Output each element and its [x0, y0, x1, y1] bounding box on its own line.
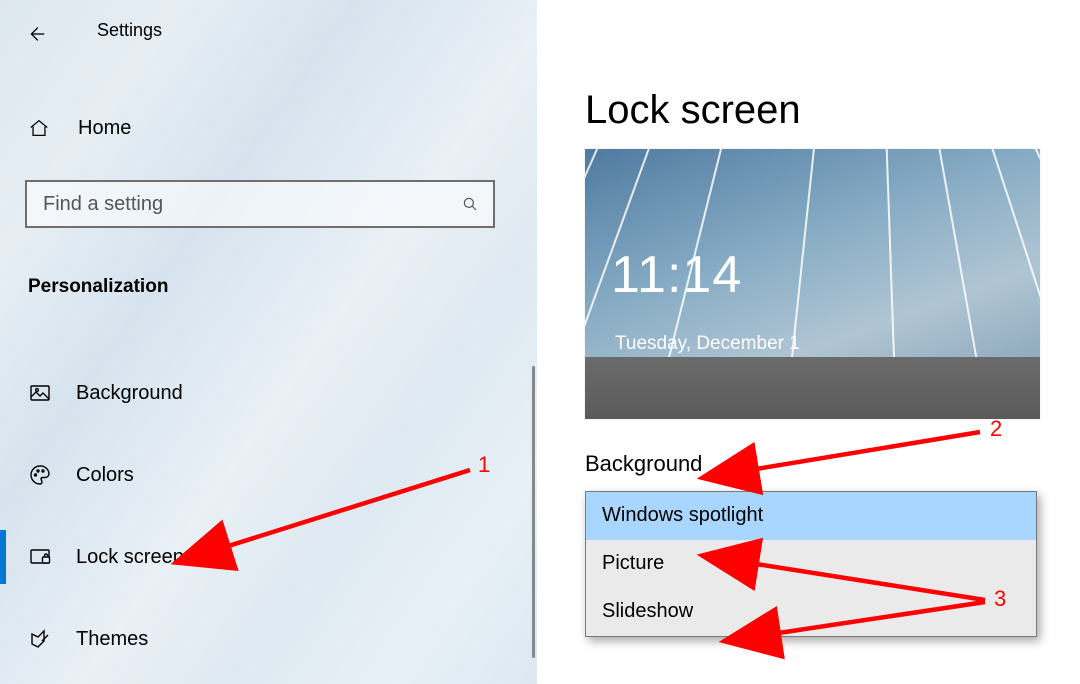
themes-icon [28, 627, 52, 651]
page-title: Lock screen [585, 88, 1040, 133]
dropdown-option-label: Slideshow [602, 600, 693, 623]
preview-time: 11:14 [611, 245, 742, 305]
sidebar-home[interactable]: Home [0, 106, 537, 150]
back-arrow-icon [25, 23, 47, 45]
sidebar-item-colors[interactable]: Colors [0, 434, 537, 516]
dropdown-option-spotlight[interactable]: Windows spotlight [586, 492, 1036, 540]
sidebar-scrollbar[interactable] [532, 366, 535, 658]
sidebar-item-label: Colors [76, 464, 134, 487]
picture-icon [28, 381, 52, 405]
search-box[interactable] [25, 180, 495, 228]
sidebar-item-label: Lock screen [76, 546, 184, 569]
palette-icon [28, 463, 52, 487]
preview-date: Tuesday, December 1 [615, 333, 800, 355]
search-input[interactable] [41, 192, 461, 217]
sidebar-home-label: Home [78, 117, 131, 140]
background-heading: Background [585, 451, 1040, 477]
sidebar: Settings Home Personalization [0, 0, 537, 684]
sidebar-item-background[interactable]: Background [0, 352, 537, 434]
decoration [585, 357, 1040, 419]
dropdown-option-slideshow[interactable]: Slideshow [586, 588, 1036, 636]
sidebar-item-label: Background [76, 382, 183, 405]
sidebar-item-label: Themes [76, 628, 148, 651]
main-pane: Lock screen 11:14 Tuesday, December 1 Ba… [537, 0, 1080, 684]
home-icon [28, 117, 50, 139]
annotation-number-3: 3 [994, 586, 1006, 612]
dropdown-option-label: Picture [602, 552, 664, 575]
background-dropdown[interactable]: Windows spotlight Picture Slideshow [585, 491, 1037, 637]
back-button[interactable] [22, 20, 50, 48]
sidebar-nav: Background Colors Lock screen [0, 352, 537, 680]
annotation-number-2: 2 [990, 416, 1002, 442]
search-icon [461, 195, 479, 213]
annotation-number-1: 1 [478, 452, 490, 478]
category-heading: Personalization [28, 276, 168, 298]
dropdown-option-picture[interactable]: Picture [586, 540, 1036, 588]
sidebar-item-themes[interactable]: Themes [0, 598, 537, 680]
app-title: Settings [97, 20, 162, 41]
sidebar-item-lock-screen[interactable]: Lock screen [0, 516, 537, 598]
dropdown-option-label: Windows spotlight [602, 504, 763, 527]
lock-screen-icon [28, 545, 52, 569]
lock-screen-preview: 11:14 Tuesday, December 1 [585, 149, 1040, 419]
